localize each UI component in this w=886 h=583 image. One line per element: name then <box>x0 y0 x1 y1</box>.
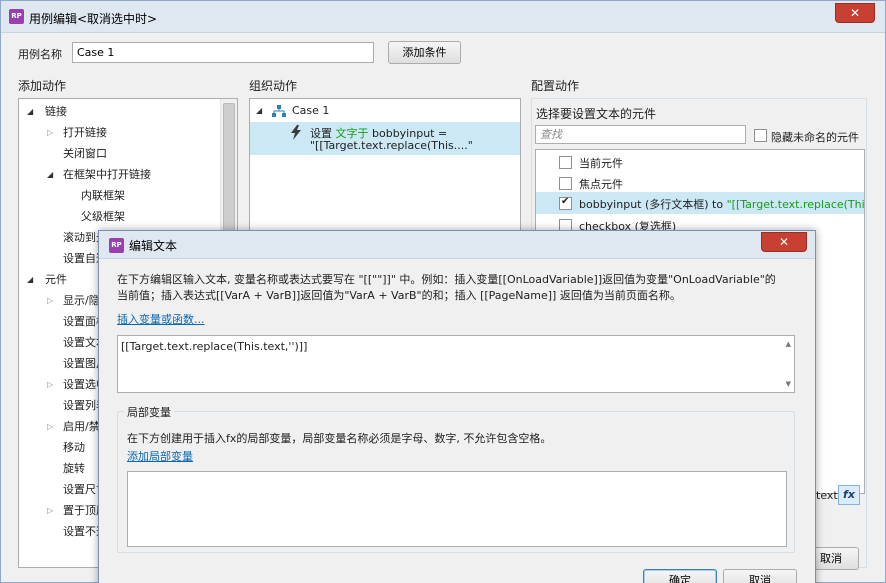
tree-item-close-window[interactable]: 关闭窗口 <box>63 143 107 164</box>
lightning-icon <box>291 125 301 140</box>
title-bar: RP 用例编辑<取消选中时> ✕ <box>1 1 885 33</box>
dialog-intro-line1: 在下方编辑区输入文本, 变量名称或表达式要写在 "[[""]]" 中。例如：插入… <box>117 273 776 286</box>
widget-bobbyinput-value: "[[Target.text.replace(This...." <box>726 198 865 211</box>
text-editor[interactable]: [[Target.text.replace(This.text,'')]] ▲ … <box>117 335 795 393</box>
collapsed-icon[interactable]: ▷ <box>47 374 53 395</box>
close-icon[interactable]: ✕ <box>835 3 875 23</box>
editor-content: [[Target.text.replace(This.text,'')]] <box>121 340 308 353</box>
dialog-close-icon[interactable]: ✕ <box>761 232 807 252</box>
collapsed-icon[interactable]: ▷ <box>47 122 53 143</box>
tree-item-move[interactable]: 移动 <box>63 437 85 458</box>
hide-unnamed-label: 隐藏未命名的元件 <box>771 131 859 144</box>
dialog-title: 编辑文本 <box>129 239 178 253</box>
case-tree-icon <box>272 105 286 117</box>
dialog-title-bar: RP 编辑文本 ✕ <box>99 231 815 259</box>
insert-variable-link[interactable]: 插入变量或函数... <box>117 311 205 327</box>
local-variables-group: 局部变量 在下方创建用于插入fx的局部变量，局部变量名称必须是字母、数字, 不允… <box>117 404 795 553</box>
widget-checkbox-focus[interactable] <box>559 177 572 190</box>
config-actions-heading: 配置动作 <box>531 79 580 93</box>
local-variables-list <box>127 471 787 547</box>
widget-current-label: 当前元件 <box>579 157 623 170</box>
widget-search-input[interactable]: 查找 <box>535 125 746 144</box>
expanded-icon[interactable]: ◢ <box>47 164 53 185</box>
selected-action-row[interactable]: 设置 文字于 bobbyinput = "[[Target.text.repla… <box>250 122 520 155</box>
config-subheading: 选择要设置文本的元件 <box>536 107 657 121</box>
tree-item-parent-frame[interactable]: 父级框架 <box>81 206 125 227</box>
value-fragment: text <box>816 489 838 502</box>
dialog-intro-line2: 当前值；插入表达式[[VarA + VarB]]返回值为"VarA + VarB… <box>117 289 681 302</box>
window-title: 用例编辑<取消选中时> <box>29 12 158 26</box>
expanded-icon[interactable]: ◢ <box>27 101 33 122</box>
expanded-icon[interactable]: ◢ <box>256 100 262 121</box>
case-name-input[interactable]: Case 1 <box>72 42 374 63</box>
widget-focus-label: 焦点元件 <box>579 178 623 191</box>
tree-item-rotate[interactable]: 旋转 <box>63 458 85 479</box>
tree-item-inline-frame[interactable]: 内联框架 <box>81 185 125 206</box>
axure-logo-icon: RP <box>9 9 24 24</box>
widget-checkbox-bobbyinput[interactable] <box>559 196 572 210</box>
edit-text-dialog: RP 编辑文本 ✕ 在下方编辑区输入文本, 变量名称或表达式要写在 "[[""]… <box>98 230 816 583</box>
add-actions-heading: 添加动作 <box>18 79 67 93</box>
expanded-icon[interactable]: ◢ <box>27 269 33 290</box>
widget-checkbox-current[interactable] <box>559 156 572 169</box>
scroll-down-icon[interactable]: ▼ <box>786 380 791 388</box>
local-variables-title: 局部变量 <box>124 404 174 420</box>
organize-actions-heading: 组织动作 <box>249 79 298 93</box>
widget-bobbyinput-label: bobbyinput (多行文本框) to <box>579 198 724 211</box>
collapsed-icon[interactable]: ▷ <box>47 416 53 437</box>
fx-button[interactable]: fx <box>838 485 860 505</box>
widget-row-bobbyinput[interactable]: bobbyinput (多行文本框) to "[[Target.text.rep… <box>536 192 865 214</box>
add-condition-button[interactable]: 添加条件 <box>388 41 461 64</box>
case-name-label: 用例名称 <box>18 48 62 61</box>
ok-button[interactable]: 确定 <box>643 569 717 583</box>
axure-logo-icon: RP <box>109 238 124 253</box>
local-variables-description: 在下方创建用于插入fx的局部变量，局部变量名称必须是字母、数字, 不允许包含空格… <box>127 432 552 445</box>
add-local-variable-link[interactable]: 添加局部变量 <box>127 448 193 464</box>
collapsed-icon[interactable]: ▷ <box>47 290 53 311</box>
case-label: Case 1 <box>292 104 330 117</box>
collapsed-icon[interactable]: ▷ <box>47 500 53 521</box>
scroll-up-icon[interactable]: ▲ <box>786 340 791 348</box>
dialog-cancel-button[interactable]: 取消 <box>723 569 797 583</box>
action-value: "[[Target.text.replace(This...." <box>310 139 473 152</box>
hide-unnamed-checkbox[interactable] <box>754 129 767 142</box>
